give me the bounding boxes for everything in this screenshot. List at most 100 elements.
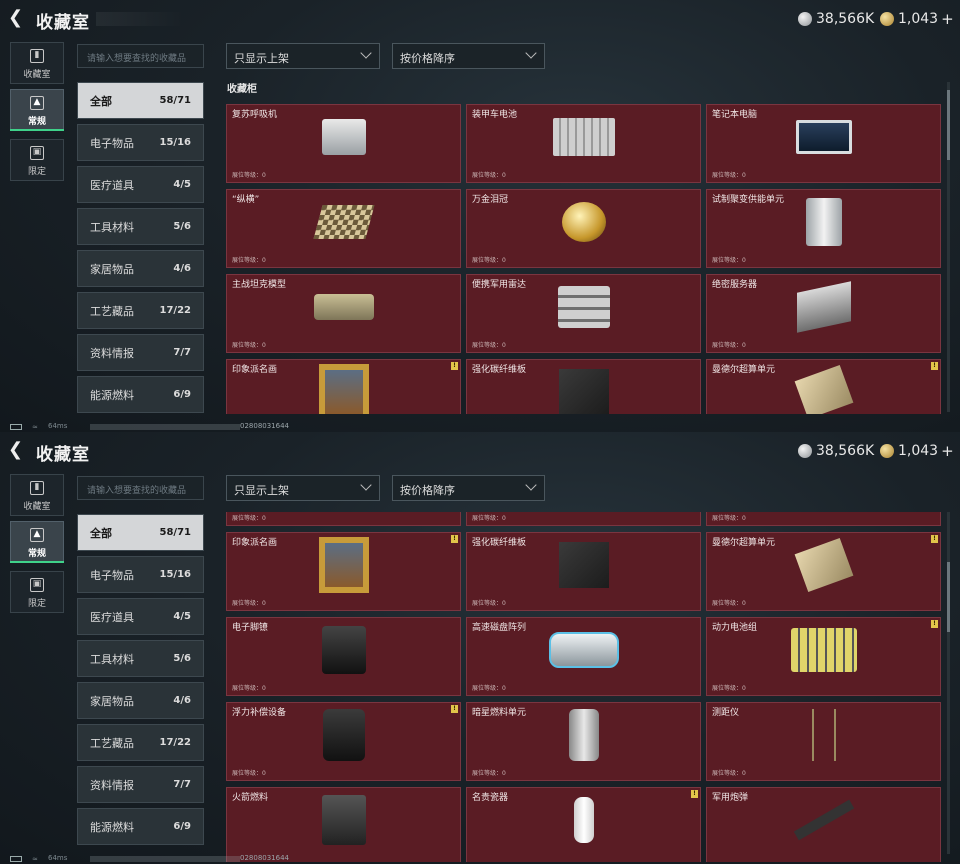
collection-item-card-partial[interactable]: 展位等级：0: [226, 512, 461, 526]
item-image: [313, 294, 374, 321]
booth-level: 展位等级：0: [712, 770, 746, 777]
image-icon: ▲: [30, 528, 44, 542]
scrollbar-thumb[interactable]: [947, 90, 950, 160]
alert-badge-icon: !: [931, 535, 938, 543]
booth-level: 展位等级：0: [472, 342, 506, 349]
collection-item-card[interactable]: 火箭燃料: [226, 787, 461, 862]
category-tools[interactable]: 工具材料 5/6: [77, 208, 204, 245]
silver-currency: 38,566K: [798, 9, 874, 29]
collection-item-card[interactable]: 曼德尔超算单元!: [706, 359, 941, 414]
section-title: 收藏柜: [227, 84, 257, 95]
add-currency-icon[interactable]: +: [941, 442, 954, 460]
category-label: 电子物品: [90, 568, 134, 582]
category-household[interactable]: 家居物品 4/6: [77, 250, 204, 287]
collection-item-card[interactable]: 主战坦克模型 展位等级：0: [226, 274, 461, 353]
side-tab-collection[interactable]: ▮ 收藏室: [10, 474, 64, 516]
collection-item-card[interactable]: 强化碳纤维板: [466, 359, 701, 414]
side-tab-limited[interactable]: ▣ 限定: [10, 139, 64, 181]
sort-dropdown[interactable]: 按价格降序: [392, 475, 545, 501]
search-input[interactable]: 请输入想要查找的收藏品: [77, 44, 204, 68]
collection-item-card[interactable]: 印象派名画 展位等级：0!: [226, 532, 461, 611]
scrollbar[interactable]: [947, 82, 950, 412]
collection-item-card[interactable]: 强化碳纤维板 展位等级：0: [466, 532, 701, 611]
category-intel[interactable]: 资料情报 7/7: [77, 334, 204, 371]
item-name: 强化碳纤维板: [472, 538, 527, 548]
sort-dropdown[interactable]: 按价格降序: [392, 43, 545, 69]
category-tools[interactable]: 工具材料 5/6: [77, 640, 204, 677]
blurred-info: [90, 424, 240, 430]
category-label: 工艺藏品: [90, 304, 134, 318]
category-all[interactable]: 全部 58/71: [77, 82, 204, 119]
shelf-filter-dropdown[interactable]: 只显示上架: [226, 475, 380, 501]
category-all[interactable]: 全部 58/71: [77, 514, 204, 551]
category-electronics[interactable]: 电子物品 15/16: [77, 556, 204, 593]
booth-level: 展位等级：0: [232, 770, 266, 777]
category-household[interactable]: 家居物品 4/6: [77, 682, 204, 719]
item-image: [794, 538, 853, 593]
category-count: 4/5: [173, 179, 191, 190]
scrollbar[interactable]: [947, 512, 950, 854]
collection-item-card-partial[interactable]: 展位等级：0: [466, 512, 701, 526]
item-name: 高速磁盘阵列: [472, 623, 527, 633]
item-image: [561, 202, 606, 243]
collection-screen-2: ❮ 收藏室 38,566K 1,043 + ▮ 收藏室 ▲ 常规 ▣ 限定 请输入想要查…: [0, 432, 960, 864]
collection-item-card[interactable]: 动力电池组 展位等级：0!: [706, 617, 941, 696]
side-tab-regular[interactable]: ▲ 常规: [10, 521, 64, 563]
battery-icon: [10, 424, 22, 430]
collection-item-card[interactable]: 笔记本电脑 展位等级：0: [706, 104, 941, 183]
category-intel[interactable]: 资料情报 7/7: [77, 766, 204, 803]
collection-item-card[interactable]: 万金泪冠展位等级：0: [466, 189, 701, 268]
category-count: 15/16: [159, 569, 191, 580]
collection-item-card[interactable]: 名贵瓷器!: [466, 787, 701, 862]
collection-item-card[interactable]: 军用炮弹: [706, 787, 941, 862]
booth-level: 展位等级：0: [472, 257, 506, 264]
booth-level: 展位等级：0: [232, 600, 266, 607]
side-tab-limited[interactable]: ▣ 限定: [10, 571, 64, 613]
collection-item-card-partial[interactable]: 展位等级：0: [706, 512, 941, 526]
collection-item-card[interactable]: 绝密服务器 展位等级：0: [706, 274, 941, 353]
category-energy[interactable]: 能源燃料 6/9: [77, 376, 204, 413]
status-bar: ≈ 64ms 02808031644: [0, 854, 960, 864]
collection-item-card[interactable]: 曼德尔超算单元 展位等级：0!: [706, 532, 941, 611]
category-medical[interactable]: 医疗道具 4/5: [77, 166, 204, 203]
collection-item-card[interactable]: 试制聚变供能单元 展位等级：0: [706, 189, 941, 268]
collection-item-card[interactable]: 装甲车电池 展位等级：0: [466, 104, 701, 183]
collection-item-card[interactable]: 复苏呼吸机 展位等级：0: [226, 104, 461, 183]
side-tab-regular[interactable]: ▲ 常规: [10, 89, 64, 131]
back-arrow-icon[interactable]: ❮: [8, 439, 30, 461]
side-tab-collection[interactable]: ▮ 收藏室: [10, 42, 64, 84]
category-label: 全部: [90, 94, 112, 108]
collection-item-card[interactable]: “纵横” 展位等级：0: [226, 189, 461, 268]
alert-badge-icon: !: [931, 620, 938, 628]
item-grid: 印象派名画 展位等级：0! 强化碳纤维板 展位等级：0 曼德尔超算单元 展位等级：0! 电子…: [226, 532, 942, 862]
item-image: [795, 120, 852, 155]
wifi-icon: ≈: [32, 423, 38, 431]
category-label: 资料情报: [90, 778, 134, 792]
gold-currency[interactable]: 1,043 +: [880, 441, 954, 461]
booth-level: 展位等级：0: [712, 342, 746, 349]
booth-level: 展位等级：0: [712, 685, 746, 692]
category-crafts[interactable]: 工艺藏品 17/22: [77, 292, 204, 329]
back-arrow-icon[interactable]: ❮: [8, 7, 30, 29]
collection-item-card[interactable]: 电子脚镣 展位等级：0: [226, 617, 461, 696]
add-currency-icon[interactable]: +: [941, 10, 954, 28]
item-name: 火箭燃料: [232, 793, 269, 803]
gold-currency[interactable]: 1,043 +: [880, 9, 954, 29]
collection-screen-1: ❮ 收藏室 38,566K 1,043 + ▮ 收藏室 ▲ 常规 ▣ 限定 请输入想要查…: [0, 0, 960, 432]
collection-item-card[interactable]: 浮力补偿设备 展位等级：0!: [226, 702, 461, 781]
collection-item-card[interactable]: 印象派名画!: [226, 359, 461, 414]
collection-item-card[interactable]: 暗星燃料单元 展位等级：0: [466, 702, 701, 781]
category-energy[interactable]: 能源燃料 6/9: [77, 808, 204, 845]
collection-item-card[interactable]: 便携军用雷达 展位等级：0: [466, 274, 701, 353]
item-name: 万金泪冠: [472, 195, 509, 205]
shelf-filter-dropdown[interactable]: 只显示上架: [226, 43, 380, 69]
scrollbar-thumb[interactable]: [947, 562, 950, 632]
search-input[interactable]: 请输入想要查找的收藏品: [77, 476, 204, 500]
category-count: 4/6: [173, 263, 191, 274]
category-crafts[interactable]: 工艺藏品 17/22: [77, 724, 204, 761]
collection-item-card[interactable]: 测距仪 展位等级：0: [706, 702, 941, 781]
category-electronics[interactable]: 电子物品 15/16: [77, 124, 204, 161]
collection-item-card[interactable]: 高速磁盘阵列 展位等级：0: [466, 617, 701, 696]
category-medical[interactable]: 医疗道具 4/5: [77, 598, 204, 635]
category-count: 15/16: [159, 137, 191, 148]
